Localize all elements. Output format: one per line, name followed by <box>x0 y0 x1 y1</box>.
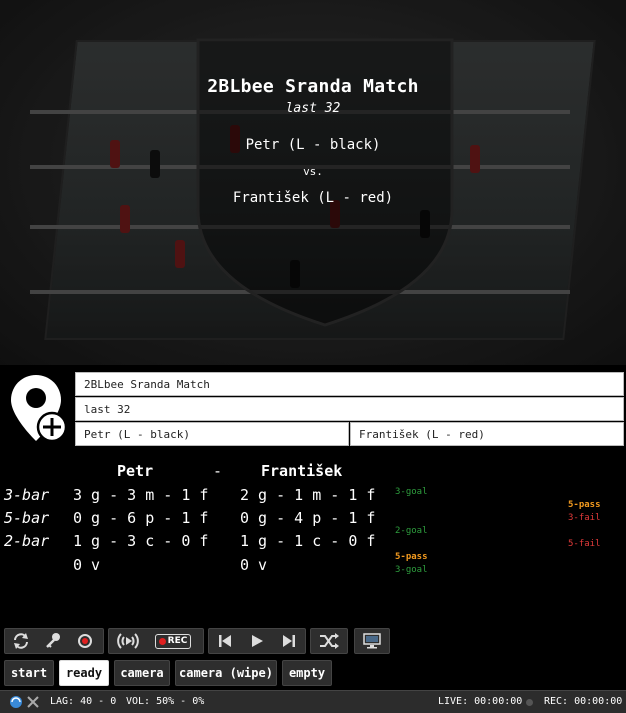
connection-status-icon <box>10 696 39 708</box>
event-log-item: 3-goal <box>395 487 428 497</box>
score-row-p1: 3 g - 3 m - 1 f <box>73 486 209 504</box>
toolbar-group-stream: REC <box>108 628 204 654</box>
rec-button[interactable]: REC <box>147 629 199 653</box>
toolbar-group-monitor <box>354 628 390 654</box>
player1-input[interactable] <box>75 422 349 446</box>
scene-empty-button[interactable]: empty <box>282 660 332 686</box>
score-row-p2: 0 g - 4 p - 1 f <box>240 509 376 527</box>
skip-forward-button[interactable] <box>273 629 305 653</box>
rec-dot <box>158 637 166 645</box>
score-header-player1: Petr <box>117 462 154 480</box>
match-name-input[interactable] <box>75 372 624 396</box>
broadcast-icon <box>117 633 139 649</box>
score-row-label: 5-bar <box>4 509 50 527</box>
event-log-item: 5-pass <box>395 552 428 562</box>
lag-readout: LAG: 40 - 0 <box>50 696 117 707</box>
event-log-item: 3-goal <box>395 565 428 575</box>
rec-status-dot <box>526 699 533 706</box>
skip-back-button[interactable] <box>209 629 241 653</box>
toolbar-group-tools <box>4 628 104 654</box>
shield-emblem-icon <box>196 38 454 327</box>
event-log-item: 2-goal <box>395 526 428 536</box>
score-row-p2: 0 v <box>240 556 268 574</box>
event-log-item: 3-fail <box>568 513 601 523</box>
key-icon <box>46 633 60 648</box>
record-toggle-button[interactable] <box>69 629 101 653</box>
status-bar: LAG: 40 - 0 VOL: 50% - 0% LIVE: 00:00:00… <box>0 690 626 713</box>
skip-forward-icon <box>283 635 295 647</box>
rec-timer: REC: 00:00:00 <box>544 696 623 707</box>
key-button[interactable] <box>37 629 69 653</box>
round-input[interactable] <box>75 397 624 421</box>
volume-readout: VOL: 50% - 0% <box>126 696 205 707</box>
scene-camera-button[interactable]: camera <box>114 660 170 686</box>
score-header-player2: František <box>261 462 343 480</box>
score-row-label: 3-bar <box>4 486 50 504</box>
player2-input[interactable] <box>350 422 624 446</box>
live-timer: LIVE: 00:00:00 <box>438 696 523 707</box>
overlay-player2: František (L - red) <box>232 190 394 206</box>
rec-badge-icon: REC <box>154 633 192 649</box>
event-log-item: 5-fail <box>568 539 601 549</box>
skip-back-icon <box>219 635 231 647</box>
stream-preview: 2BLbee Sranda Match last 32 Petr (L - bl… <box>0 0 626 365</box>
shuffle-icon <box>320 633 339 649</box>
record-dot-icon <box>78 634 92 648</box>
score-row-p1: 1 g - 3 c - 0 f <box>73 532 209 550</box>
monitor-icon <box>363 633 381 649</box>
shuffle-button[interactable] <box>311 629 347 653</box>
refresh-button[interactable] <box>5 629 37 653</box>
overlay-match-title: 2BLbee Sranda Match <box>207 76 419 97</box>
scene-camera-wipe-button[interactable]: camera (wipe) <box>175 660 277 686</box>
rec-label: REC <box>167 636 188 646</box>
overlay-vs: vs. <box>303 165 323 178</box>
refresh-icon <box>14 633 28 649</box>
play-button[interactable] <box>241 629 273 653</box>
play-icon <box>252 635 263 647</box>
event-log-item: 5-pass <box>568 500 601 510</box>
score-row-p2: 2 g - 1 m - 1 f <box>240 486 376 504</box>
toolbar-group-playback <box>208 628 306 654</box>
score-row-p2: 1 g - 1 c - 0 f <box>240 532 376 550</box>
score-row-p1: 0 v <box>73 556 101 574</box>
monitor-button[interactable] <box>355 629 389 653</box>
broadcast-button[interactable] <box>109 629 147 653</box>
score-row-p1: 0 g - 6 p - 1 f <box>73 509 209 527</box>
score-row-label: 2-bar <box>4 532 50 550</box>
toolbar-group-shuffle <box>310 628 348 654</box>
overlay-round: last 32 <box>285 101 341 116</box>
add-location-icon[interactable] <box>8 373 68 445</box>
scene-start-button[interactable]: start <box>4 660 54 686</box>
overlay-player1: Petr (L - black) <box>245 137 381 153</box>
score-header-separator: - <box>213 462 223 480</box>
scene-ready-button[interactable]: ready <box>59 660 109 686</box>
